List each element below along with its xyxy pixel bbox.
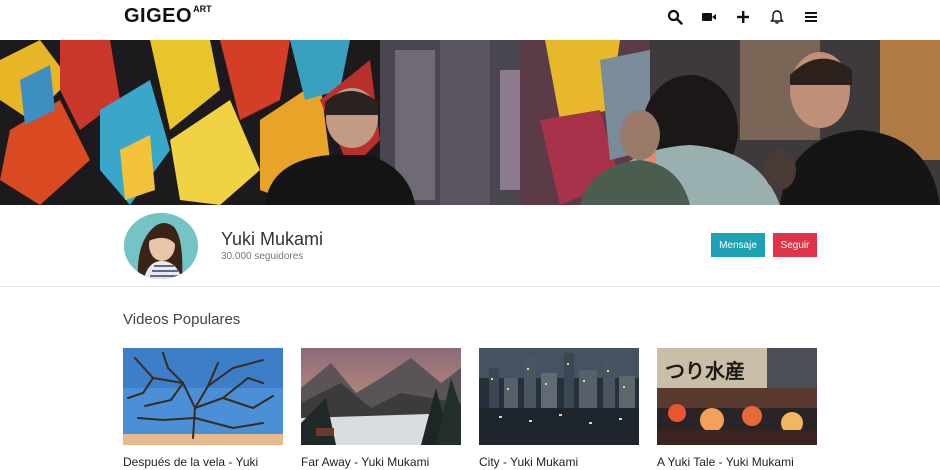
video-card[interactable]: Después de la vela - Yuki	[123, 348, 283, 469]
profile-header: Yuki Mukami 30.000 seguidores Mensaje Se…	[0, 205, 940, 287]
profile-cover-image	[0, 40, 940, 205]
video-thumbnail[interactable]	[123, 348, 283, 445]
header-actions	[666, 8, 820, 26]
video-card[interactable]: Far Away - Yuki Mukami	[301, 348, 461, 469]
section-title: Videos Populares	[123, 311, 241, 328]
profile-name: Yuki Mukami	[221, 229, 324, 249]
video-title[interactable]: A Yuki Tale - Yuki Mukami	[657, 455, 817, 469]
video-camera-icon[interactable]	[700, 8, 718, 26]
video-thumbnail[interactable]: つり水産	[657, 348, 817, 445]
brand-logo[interactable]: GIGEOART	[124, 4, 212, 28]
video-thumbnail[interactable]	[301, 348, 461, 445]
video-grid: Después de la vela - Yuki Far Away - Yuk…	[123, 348, 817, 469]
video-title[interactable]: Después de la vela - Yuki	[123, 455, 283, 469]
menu-icon[interactable]	[802, 8, 820, 26]
svg-text:つり水産: つり水産	[665, 359, 745, 383]
search-icon[interactable]	[666, 8, 684, 26]
video-title[interactable]: Far Away - Yuki Mukami	[301, 455, 461, 469]
video-title[interactable]: City - Yuki Mukami	[479, 455, 639, 469]
message-button[interactable]: Mensaje	[711, 233, 765, 257]
bell-icon[interactable]	[768, 8, 786, 26]
follower-count: 30.000 seguidores	[221, 251, 304, 262]
video-card[interactable]: City - Yuki Mukami	[479, 348, 639, 469]
top-navigation-bar: GIGEOART	[0, 0, 940, 40]
avatar[interactable]	[124, 213, 198, 279]
video-thumbnail[interactable]	[479, 348, 639, 445]
follow-button[interactable]: Seguir	[773, 233, 817, 257]
plus-icon[interactable]	[734, 8, 752, 26]
video-card[interactable]: つり水産 A Yuki Tale - Yuki Mukami	[657, 348, 817, 469]
